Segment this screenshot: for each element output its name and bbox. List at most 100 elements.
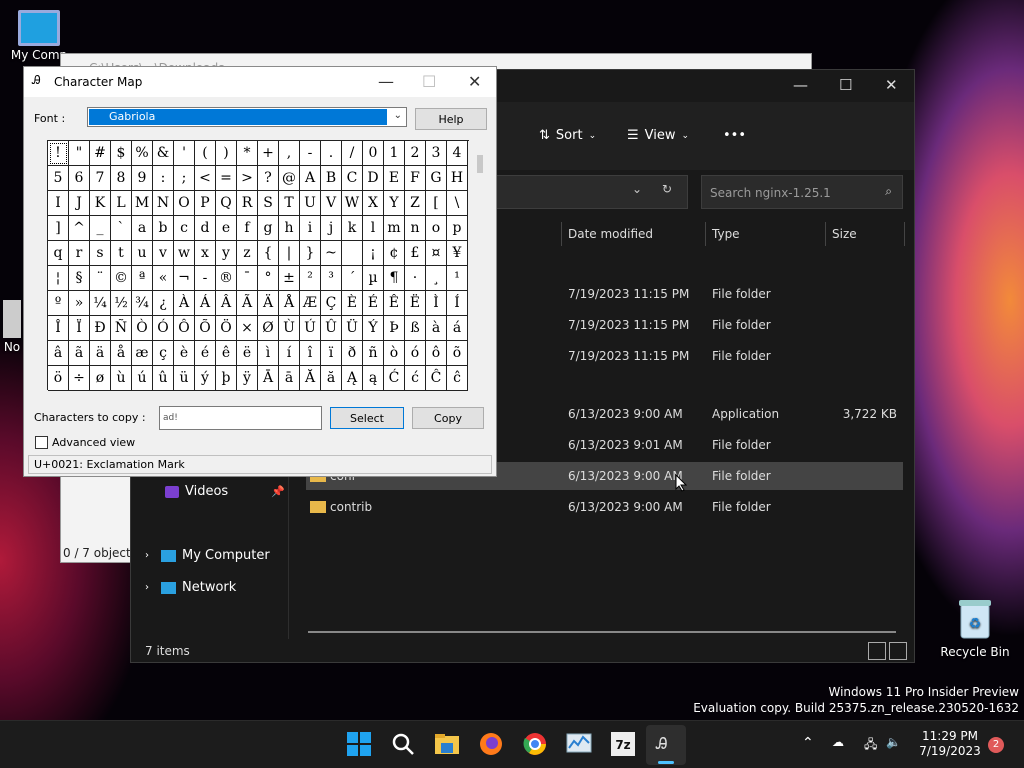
minimize-icon[interactable]: — (378, 72, 394, 91)
char-cell[interactable]: M (132, 191, 153, 216)
char-cell[interactable]: Î (48, 316, 69, 341)
charmap-taskbar-button[interactable]: Ꭿ (646, 725, 686, 765)
char-cell[interactable]: q (48, 241, 69, 266)
select-button[interactable]: Select (330, 407, 404, 429)
char-cell[interactable]: þ (216, 366, 237, 391)
char-cell[interactable]: h (279, 216, 300, 241)
char-cell[interactable]: ¥ (447, 241, 468, 266)
chars-to-copy-input[interactable]: ad! (159, 406, 322, 430)
char-cell[interactable]: J (69, 191, 90, 216)
char-cell[interactable]: r (69, 241, 90, 266)
char-cell[interactable]: F (405, 166, 426, 191)
char-cell[interactable]: À (174, 291, 195, 316)
char-cell[interactable]: 6 (69, 166, 90, 191)
character-grid[interactable]: ! " # $% & '() * +, -./0 1 2 3 4 5 6 7 8 9:; < = >? @ A B C D E F G H… (47, 140, 469, 391)
char-cell[interactable]: ± (279, 266, 300, 291)
tiles-view-icon[interactable] (889, 642, 907, 660)
char-cell[interactable]: & (153, 141, 174, 166)
char-cell[interactable]: C (342, 166, 363, 191)
view-button[interactable]: ☰ View ⌄ (627, 128, 689, 143)
char-cell[interactable]: x (195, 241, 216, 266)
char-cell[interactable]: ß (405, 316, 426, 341)
char-cell[interactable]: ö (48, 366, 69, 391)
char-cell[interactable]: ¾ (132, 291, 153, 316)
char-cell[interactable]: ^ (69, 216, 90, 241)
char-cell[interactable]: ¯ (237, 266, 258, 291)
char-cell[interactable]: Ą (342, 366, 363, 391)
char-cell[interactable]: Y (384, 191, 405, 216)
char-cell[interactable]: H (447, 166, 468, 191)
char-cell[interactable]: V (321, 191, 342, 216)
char-cell[interactable]: Q (216, 191, 237, 216)
char-cell[interactable]: ¡ (363, 241, 384, 266)
char-cell[interactable]: O (174, 191, 195, 216)
char-cell[interactable]: L (111, 191, 132, 216)
char-cell[interactable]: ´ (342, 266, 363, 291)
char-cell[interactable]: + (258, 141, 279, 166)
char-cell[interactable]: È (342, 291, 363, 316)
char-cell[interactable]: R (237, 191, 258, 216)
char-cell[interactable]: Ì (426, 291, 447, 316)
char-cell[interactable]: ° (258, 266, 279, 291)
char-cell[interactable]: æ (132, 341, 153, 366)
char-cell[interactable]: Í (447, 291, 468, 316)
char-cell[interactable]: U (300, 191, 321, 216)
start-icon[interactable] (346, 731, 372, 757)
char-cell[interactable]: % (132, 141, 153, 166)
char-cell[interactable]: Ï (69, 316, 90, 341)
char-cell[interactable]: µ (363, 266, 384, 291)
char-cell[interactable]: ÿ (237, 366, 258, 391)
char-cell[interactable]: ą (363, 366, 384, 391)
char-cell[interactable]: ¶ (384, 266, 405, 291)
char-cell[interactable]: Ú (300, 316, 321, 341)
char-cell[interactable]: b (153, 216, 174, 241)
char-cell[interactable]: ă (321, 366, 342, 391)
col-date-modified[interactable]: Date modified (568, 227, 653, 241)
char-cell[interactable]: Ð (90, 316, 111, 341)
char-cell[interactable]: ø (90, 366, 111, 391)
search-icon[interactable] (390, 731, 416, 757)
char-cell[interactable]: " (69, 141, 90, 166)
char-cell[interactable]: Ç (321, 291, 342, 316)
char-cell[interactable]: m (384, 216, 405, 241)
char-cell[interactable]: ; (174, 166, 195, 191)
char-cell[interactable]: õ (447, 341, 468, 366)
maximize-icon[interactable]: ☐ (839, 76, 852, 94)
char-cell[interactable]: S (258, 191, 279, 216)
close-icon[interactable]: ✕ (885, 76, 898, 94)
char-cell[interactable]: Ĉ (426, 366, 447, 391)
char-cell[interactable]: X (363, 191, 384, 216)
char-cell[interactable]: Ò (132, 316, 153, 341)
file-explorer-icon[interactable] (434, 731, 460, 757)
char-cell[interactable]: z (237, 241, 258, 266)
char-cell[interactable]: D (363, 166, 384, 191)
char-cell[interactable]: « (153, 266, 174, 291)
char-cell[interactable]: i (300, 216, 321, 241)
char-cell[interactable]: > (237, 166, 258, 191)
char-cell[interactable]: o (426, 216, 447, 241)
char-cell[interactable]: / (342, 141, 363, 166)
char-cell[interactable]: g (258, 216, 279, 241)
char-cell[interactable]: ë (237, 341, 258, 366)
char-cell[interactable]: Ê (384, 291, 405, 316)
char-cell[interactable]: w (174, 241, 195, 266)
char-cell[interactable]: ² (300, 266, 321, 291)
char-cell[interactable]: ] (48, 216, 69, 241)
char-cell[interactable]: 8 (111, 166, 132, 191)
char-cell[interactable]: Z (405, 191, 426, 216)
char-cell[interactable]: ò (384, 341, 405, 366)
minimize-icon[interactable]: — (793, 76, 808, 94)
col-size[interactable]: Size (832, 227, 857, 241)
char-cell[interactable]: Þ (384, 316, 405, 341)
char-cell[interactable]: l (363, 216, 384, 241)
char-cell[interactable]: $ (111, 141, 132, 166)
char-cell[interactable]: © (111, 266, 132, 291)
char-cell[interactable]: ! (48, 141, 69, 166)
char-cell[interactable]: n (405, 216, 426, 241)
char-cell[interactable]: ¢ (384, 241, 405, 266)
char-cell[interactable]: ® (216, 266, 237, 291)
charmap-titlebar[interactable]: Ꭿ Character Map — ☐ ✕ (24, 67, 496, 97)
char-cell[interactable]: A (300, 166, 321, 191)
char-cell[interactable]: = (216, 166, 237, 191)
char-cell[interactable]: Ø (258, 316, 279, 341)
